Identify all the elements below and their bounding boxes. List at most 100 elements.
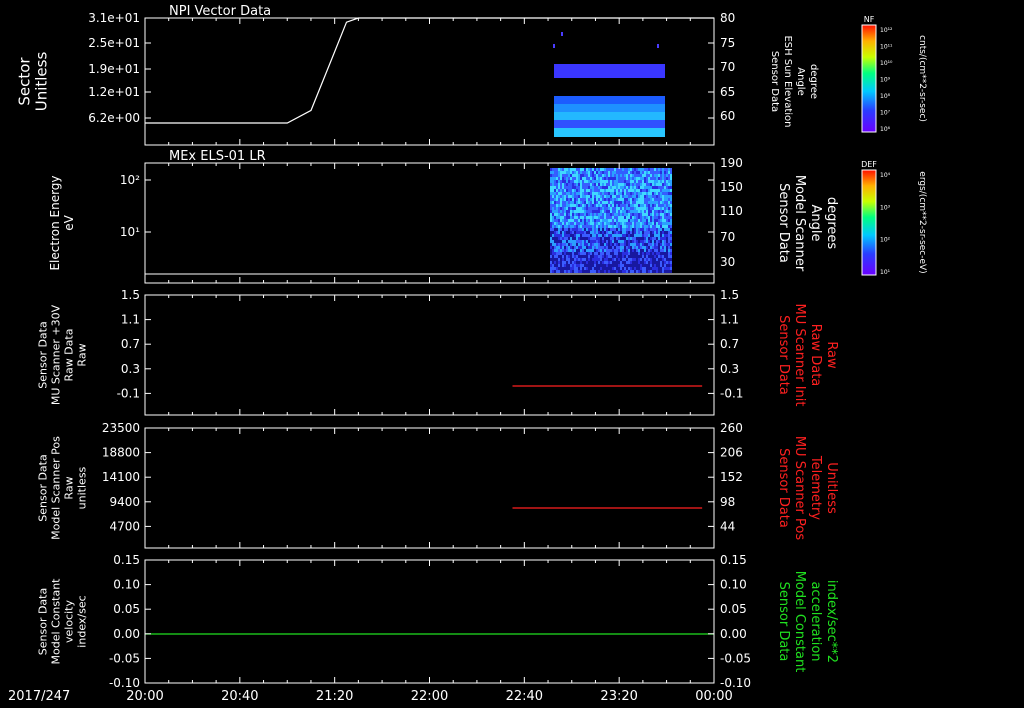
- spectrogram-pixel: [608, 213, 610, 216]
- spectrogram-pixel: [580, 207, 582, 210]
- spectrogram-pixel: [572, 177, 574, 180]
- spectrogram-pixel: [592, 243, 594, 246]
- spectrogram-band: [554, 64, 665, 78]
- spectrogram-pixel: [618, 228, 620, 231]
- spectrogram-pixel: [584, 192, 586, 195]
- spectrogram-pixel: [574, 195, 576, 198]
- spectrogram-pixel: [650, 267, 652, 270]
- spectrogram-pixel: [598, 258, 600, 261]
- spectrogram-pixel: [644, 213, 646, 216]
- spectrogram-pixel: [582, 186, 584, 189]
- spectrogram-pixel: [668, 177, 670, 180]
- spectrogram-pixel: [658, 213, 660, 216]
- spectrogram-pixel: [634, 183, 636, 186]
- spectrogram-pixel: [632, 228, 634, 231]
- spectrogram-pixel: [612, 252, 614, 255]
- spectrogram-pixel: [602, 177, 604, 180]
- spectrogram-pixel: [630, 234, 632, 237]
- spectrogram-pixel: [610, 189, 612, 192]
- spectrogram-pixel: [620, 216, 622, 219]
- spectrogram-pixel: [592, 204, 594, 207]
- spectrogram-pixel: [628, 267, 630, 270]
- spectrogram-pixel: [624, 246, 626, 249]
- spectrogram-pixel: [606, 213, 608, 216]
- spectrogram-pixel: [660, 249, 662, 252]
- spectrogram-pixel: [604, 198, 606, 201]
- spectrogram-pixel: [654, 234, 656, 237]
- spectrogram-pixel: [564, 177, 566, 180]
- spectrogram-pixel: [634, 231, 636, 234]
- spectrogram-pixel: [612, 261, 614, 264]
- spectrogram-pixel: [654, 270, 656, 273]
- spectrogram-pixel: [658, 186, 660, 189]
- spectrogram-pixel: [656, 213, 658, 216]
- spectrogram-pixel: [596, 261, 598, 264]
- spectrogram-pixel: [594, 228, 596, 231]
- spectrogram-pixel: [616, 171, 618, 174]
- spectrogram-pixel: [614, 171, 616, 174]
- spectrogram-pixel: [550, 249, 552, 252]
- spectrogram-pixel: [610, 192, 612, 195]
- spectrogram-pixel: [592, 228, 594, 231]
- spectrogram-pixel: [668, 255, 670, 258]
- spectrogram-pixel: [552, 219, 554, 222]
- spectrogram-pixel: [664, 234, 666, 237]
- spectrogram-pixel: [660, 258, 662, 261]
- spectrogram-pixel: [572, 186, 574, 189]
- spectrogram-pixel: [588, 270, 590, 273]
- spectrogram-pixel: [560, 204, 562, 207]
- spectrogram-pixel: [558, 258, 560, 261]
- spectrogram-pixel: [642, 264, 644, 267]
- spectrogram-pixel: [564, 219, 566, 222]
- spectrogram-pixel: [592, 237, 594, 240]
- spectrogram-pixel: [618, 177, 620, 180]
- spectrogram-pixel: [638, 252, 640, 255]
- spectrogram-pixel: [570, 222, 572, 225]
- spectrogram-pixel: [652, 171, 654, 174]
- spectrogram-pixel: [636, 228, 638, 231]
- spectrogram-pixel: [596, 234, 598, 237]
- spectrogram-pixel: [568, 210, 570, 213]
- spectrogram-pixel: [596, 258, 598, 261]
- spectrogram-pixel: [568, 219, 570, 222]
- spectrogram-pixel: [560, 189, 562, 192]
- y-tick-label: 10¹: [120, 225, 140, 239]
- spectrogram-pixel: [560, 168, 562, 171]
- spectrogram-pixel: [576, 216, 578, 219]
- spectrogram-pixel: [584, 270, 586, 273]
- spectrogram-pixel: [556, 237, 558, 240]
- spectrogram-pixel: [566, 219, 568, 222]
- spectrogram-pixel: [644, 195, 646, 198]
- spectrogram-pixel: [560, 237, 562, 240]
- spectrogram-pixel: [628, 222, 630, 225]
- spectrogram-pixel: [576, 237, 578, 240]
- spectrogram-pixel: [552, 171, 554, 174]
- spectrogram-pixel: [650, 195, 652, 198]
- spectrogram-pixel: [588, 210, 590, 213]
- spectrogram-pixel: [550, 204, 552, 207]
- spectrogram-pixel: [564, 222, 566, 225]
- spectrogram-pixel: [578, 237, 580, 240]
- spectrogram-pixel: [600, 249, 602, 252]
- spectrogram-pixel: [558, 267, 560, 270]
- spectrogram-pixel: [596, 246, 598, 249]
- spectrogram-pixel: [594, 210, 596, 213]
- spectrogram-pixel: [664, 168, 666, 171]
- spectrogram-pixel: [564, 213, 566, 216]
- spectrogram-pixel: [584, 258, 586, 261]
- spectrogram-pixel: [664, 201, 666, 204]
- spectrogram-pixel: [618, 198, 620, 201]
- spectrogram-pixel: [558, 252, 560, 255]
- y-tick-label: -0.05: [109, 651, 140, 665]
- spectrogram-pixel: [560, 255, 562, 258]
- spectrogram-pixel: [608, 258, 610, 261]
- spectrogram-pixel: [558, 234, 560, 237]
- spectrogram-pixel: [660, 225, 662, 228]
- spectrogram-pixel: [610, 210, 612, 213]
- spectrogram-pixel: [576, 207, 578, 210]
- spectrogram-pixel: [556, 189, 558, 192]
- spectrogram-pixel: [560, 258, 562, 261]
- spectrogram-pixel: [616, 264, 618, 267]
- spectrogram-pixel: [632, 171, 634, 174]
- spectrogram-pixel: [580, 186, 582, 189]
